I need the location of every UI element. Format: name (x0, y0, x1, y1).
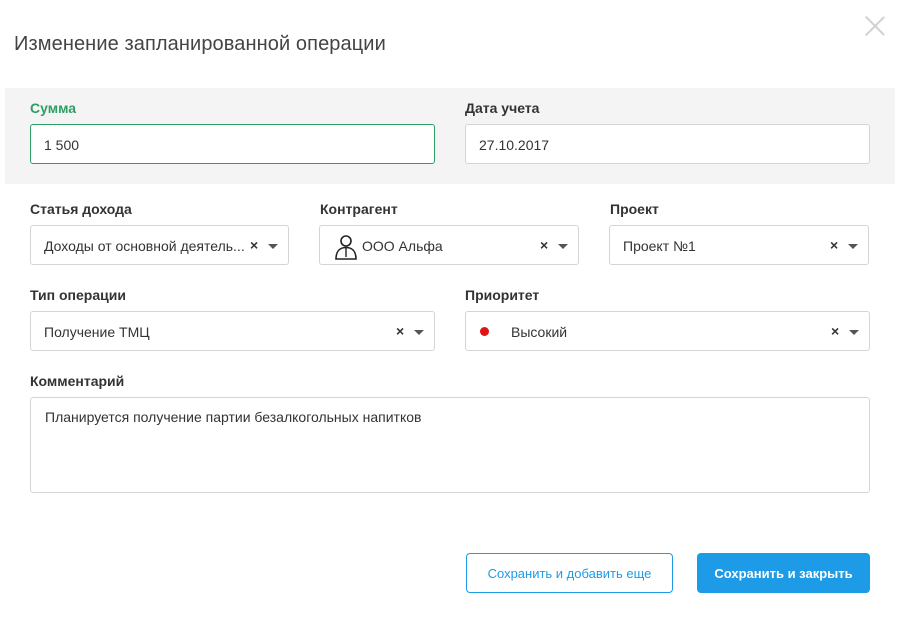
income-item-value: Доходы от основной деятель... (44, 238, 245, 254)
amount-value: 1 500 (44, 137, 80, 153)
clear-icon[interactable]: × (540, 237, 548, 253)
priority-dot-icon (480, 327, 489, 336)
clear-icon[interactable]: × (831, 323, 839, 339)
close-icon[interactable] (864, 15, 886, 37)
operation-type-select[interactable]: Получение ТМЦ × (30, 311, 435, 351)
income-item-select[interactable]: Доходы от основной деятель... × (30, 225, 289, 265)
project-label: Проект (610, 201, 659, 217)
project-value: Проект №1 (623, 238, 696, 254)
counterparty-label: Контрагент (320, 201, 398, 217)
date-value: 27.10.2017 (479, 137, 550, 153)
clear-icon[interactable]: × (396, 323, 404, 339)
dialog-title: Изменение запланированной операции (14, 33, 386, 55)
edit-operation-dialog: Изменение запланированной операции Сумма… (0, 0, 900, 628)
comment-value: Планируется получение партии безалкоголь… (45, 409, 422, 425)
chevron-down-icon[interactable] (268, 244, 278, 249)
comment-textarea[interactable]: Планируется получение партии безалкоголь… (30, 397, 870, 493)
person-icon (335, 235, 357, 260)
operation-type-label: Тип операции (30, 287, 126, 303)
chevron-down-icon[interactable] (414, 330, 424, 335)
comment-label: Комментарий (30, 373, 125, 389)
clear-icon[interactable]: × (250, 237, 258, 253)
save-and-close-button[interactable]: Сохранить и закрыть (697, 553, 870, 593)
save-and-add-button[interactable]: Сохранить и добавить еще (466, 553, 673, 593)
amount-label: Сумма (30, 100, 77, 116)
priority-value: Высокий (511, 324, 568, 340)
chevron-down-icon[interactable] (848, 244, 858, 249)
chevron-down-icon[interactable] (558, 244, 568, 249)
date-input[interactable]: 27.10.2017 (465, 124, 870, 164)
amount-input[interactable]: 1 500 (30, 124, 435, 164)
income-item-label: Статья дохода (30, 201, 132, 217)
counterparty-value: ООО Альфа (362, 238, 443, 254)
date-label: Дата учета (465, 100, 540, 116)
clear-icon[interactable]: × (830, 237, 838, 253)
priority-label: Приоритет (465, 287, 540, 303)
project-select[interactable]: Проект №1 × (609, 225, 869, 265)
priority-select[interactable]: Высокий × (465, 311, 870, 351)
operation-type-value: Получение ТМЦ (44, 324, 150, 340)
chevron-down-icon[interactable] (849, 330, 859, 335)
counterparty-select[interactable]: ООО Альфа × (319, 225, 579, 265)
